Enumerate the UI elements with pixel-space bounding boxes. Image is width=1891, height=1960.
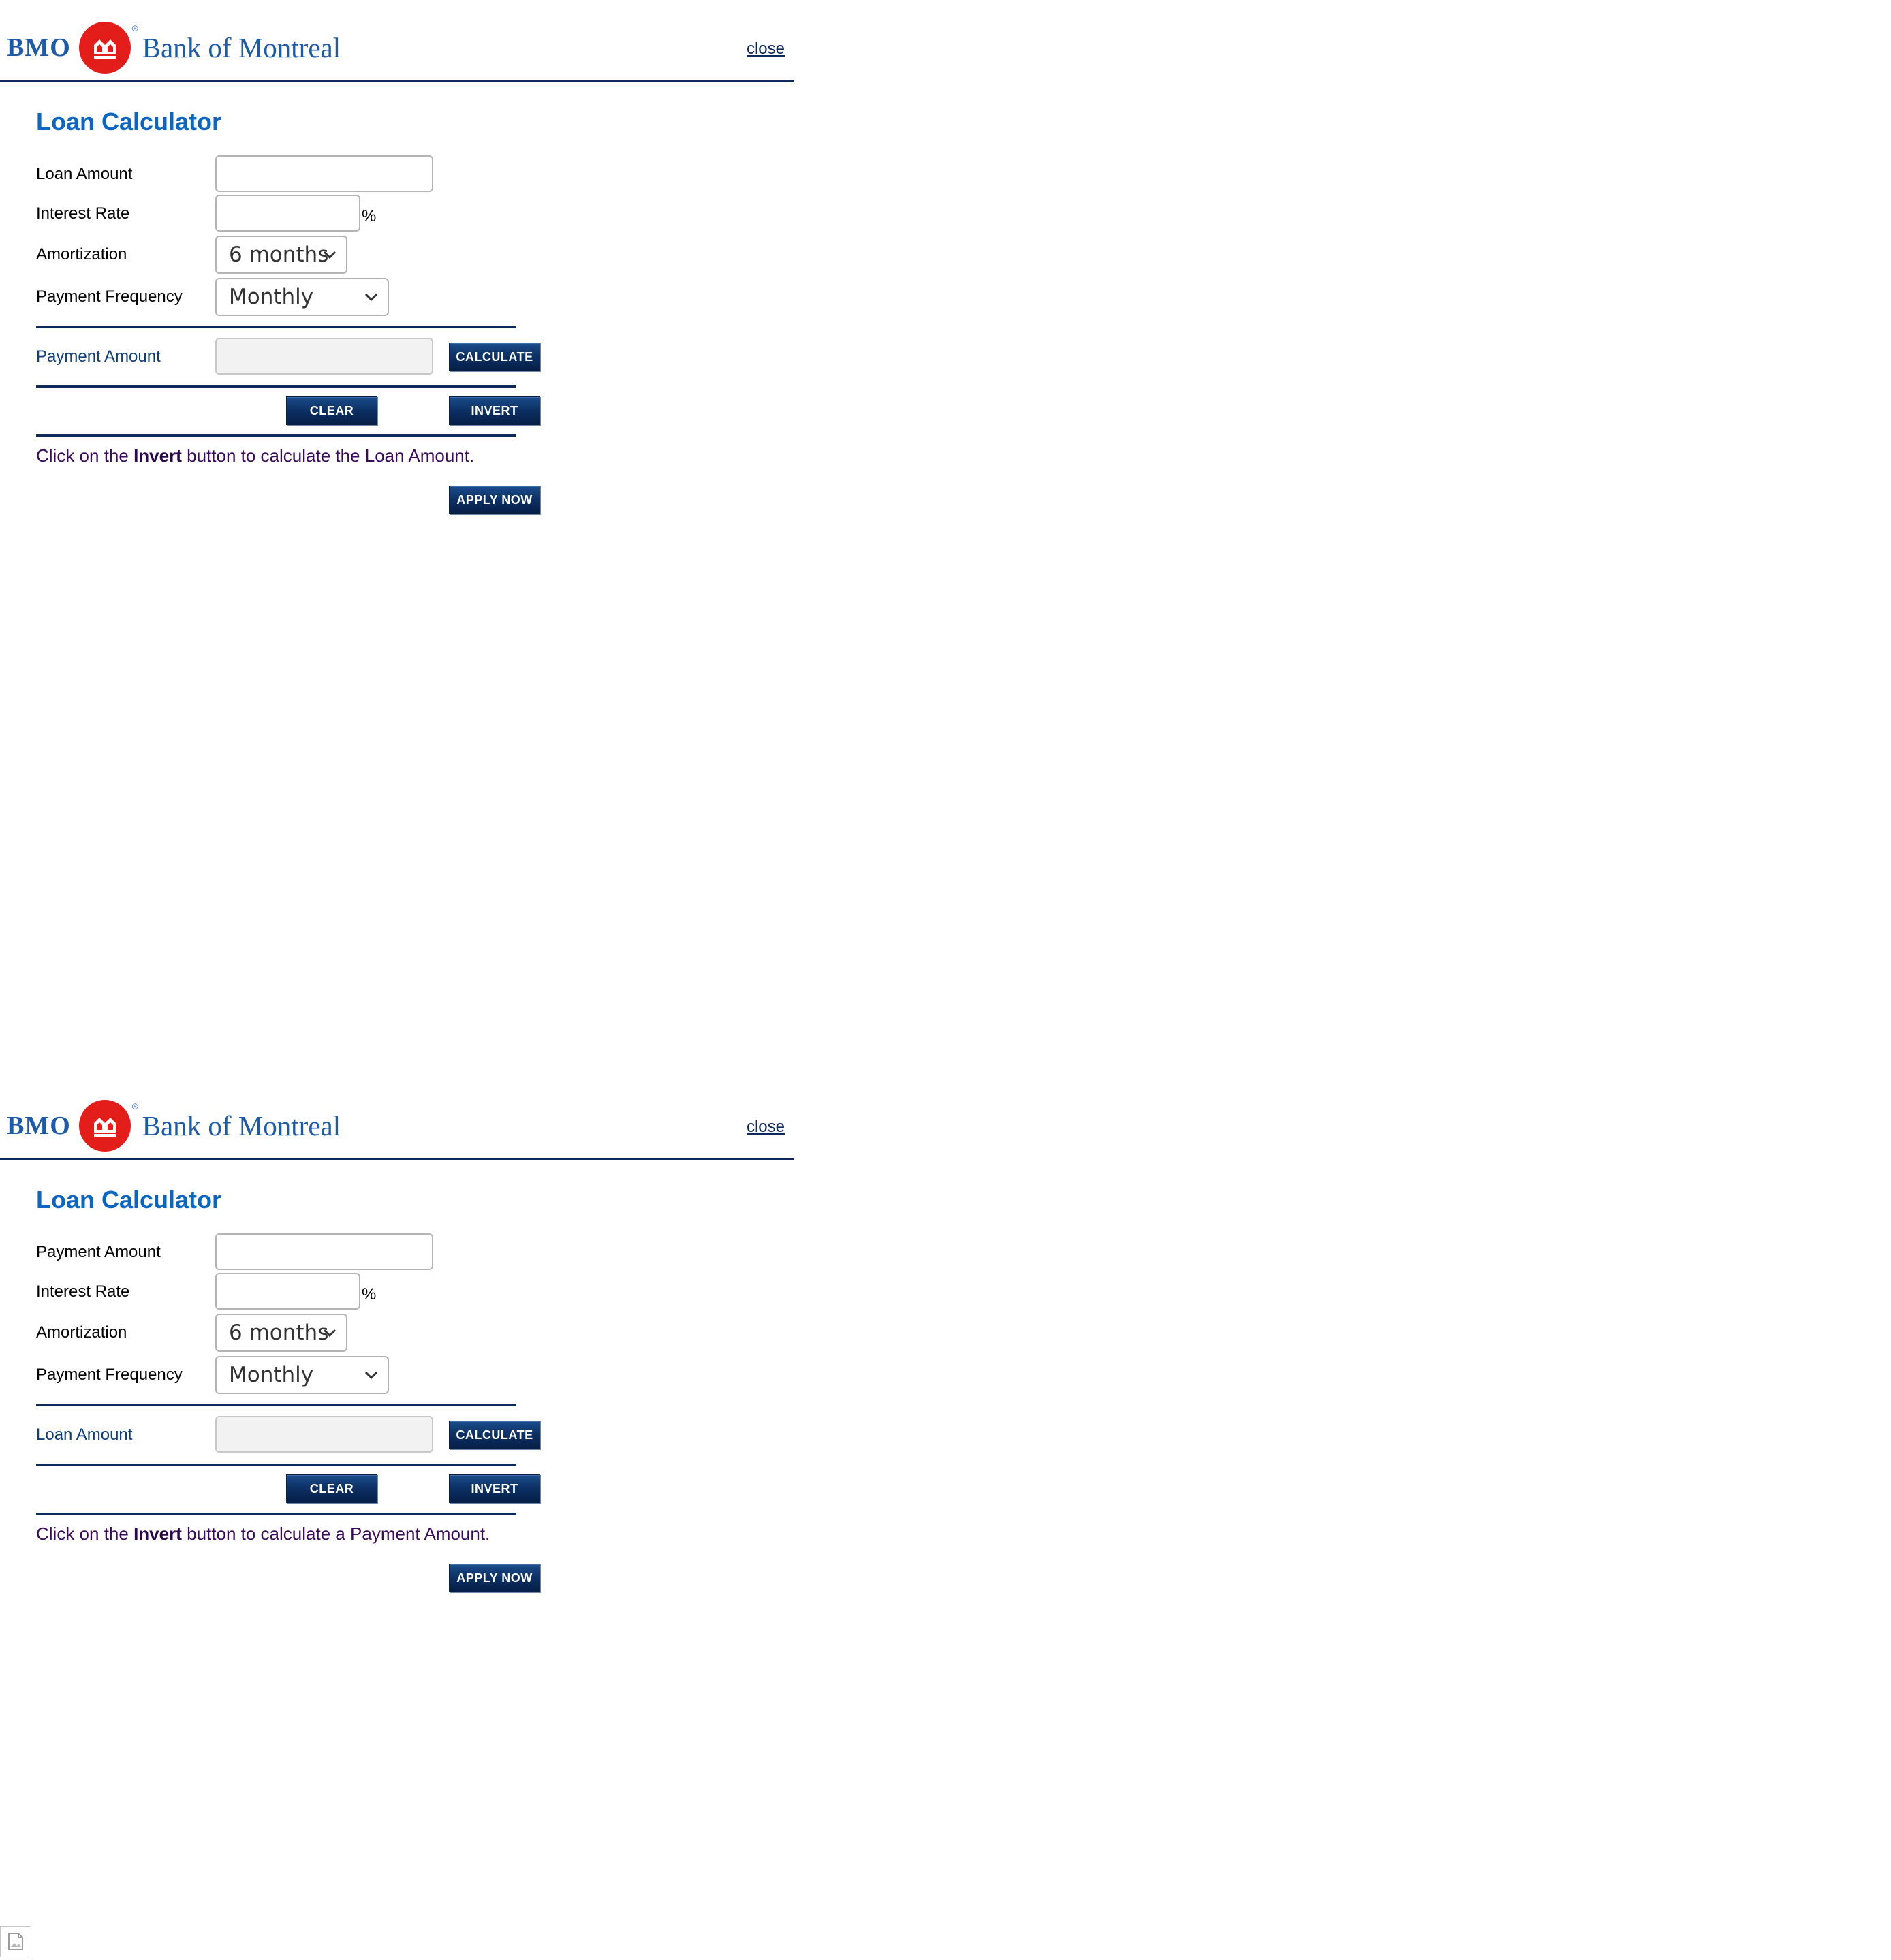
bmo-roundel-icon [78,22,131,74]
loan-amount-label: Loan Amount [36,165,133,183]
apply-now-button[interactable]: APPLY NOW [449,1564,540,1592]
loan-amount-input[interactable] [215,155,433,192]
payment-amount-label: Payment Amount [36,1243,161,1261]
close-link[interactable]: close [747,1118,785,1137]
note-bold: Invert [134,445,182,466]
interest-rate-label: Interest Rate [36,1282,130,1301]
close-link[interactable]: close [747,39,785,59]
chevron-down-icon [364,293,378,301]
loan-amount-output [215,1416,433,1453]
note-bold: Invert [134,1523,182,1544]
logo-bmo-text: BMO [7,1111,71,1140]
divider [36,1404,516,1406]
clear-button[interactable]: CLEAR [286,396,377,425]
payment-amount-input[interactable] [215,1233,433,1270]
divider [36,385,516,388]
chevron-down-icon [323,251,337,259]
registered-mark: ® [131,24,138,33]
note-prefix: Click on the [36,445,134,466]
amortization-select[interactable]: 6 months [215,236,347,274]
amortization-selected-value: 6 months [229,1321,329,1345]
divider [36,434,516,437]
divider [36,1464,516,1466]
note-suffix: button to calculate a Payment Amount. [181,1523,490,1544]
clear-button[interactable]: CLEAR [286,1474,377,1503]
logo-bmo-text: BMO [7,33,71,62]
logo-bank-name: Bank of Montreal [142,32,341,63]
registered-mark: ® [131,1102,138,1111]
percent-sign: % [362,207,377,225]
bmo-roundel-icon [78,1100,131,1152]
logo-bank-name: Bank of Montreal [142,1110,341,1141]
invert-button[interactable]: INVERT [449,396,540,425]
payment-frequency-select[interactable]: Monthly [215,1356,389,1394]
header: BMO ® Bank of Montreal close [0,1078,794,1160]
payment-frequency-select[interactable]: Monthly [215,278,389,316]
bmo-logo: BMO ® Bank of Montreal [7,1100,341,1152]
header: BMO ® Bank of Montreal close [0,0,794,82]
loan-calculator-panel-2: BMO ® Bank of Montreal close Loan Calcul… [0,1078,794,1592]
amortization-label: Amortization [36,245,127,264]
interest-rate-label: Interest Rate [36,204,130,223]
payment-amount-label: Payment Amount [36,347,161,366]
invert-button[interactable]: INVERT [449,1474,540,1503]
calculate-button[interactable]: CALCULATE [449,1421,540,1449]
percent-sign: % [362,1285,377,1303]
amortization-selected-value: 6 months [229,242,329,267]
payment-frequency-selected-value: Monthly [229,285,314,309]
interest-rate-input[interactable] [215,1273,360,1310]
divider [36,1513,516,1515]
payment-frequency-selected-value: Monthly [229,1363,314,1387]
apply-now-button[interactable]: APPLY NOW [449,486,540,514]
loan-calculator-panel-1: BMO ® Bank of Montreal close Loan Calcul… [0,0,794,514]
invert-instructions: Click on the Invert button to calculate … [36,1523,490,1545]
interest-rate-input[interactable] [215,195,360,232]
payment-frequency-label: Payment Frequency [36,1365,183,1384]
bmo-logo: BMO ® Bank of Montreal [7,22,341,74]
page-title: Loan Calculator [36,108,222,136]
chevron-down-icon [364,1371,378,1379]
amortization-select[interactable]: 6 months [215,1314,347,1352]
amortization-label: Amortization [36,1323,127,1342]
divider [36,326,516,328]
payment-frequency-label: Payment Frequency [36,287,183,306]
note-suffix: button to calculate the Loan Amount. [181,445,475,466]
page-title: Loan Calculator [36,1186,222,1214]
payment-amount-output [215,338,433,375]
broken-image-icon [0,1926,31,1957]
chevron-down-icon [323,1329,337,1337]
calculate-button[interactable]: CALCULATE [449,343,540,371]
loan-amount-label: Loan Amount [36,1425,133,1444]
invert-instructions: Click on the Invert button to calculate … [36,445,474,467]
note-prefix: Click on the [36,1523,134,1544]
